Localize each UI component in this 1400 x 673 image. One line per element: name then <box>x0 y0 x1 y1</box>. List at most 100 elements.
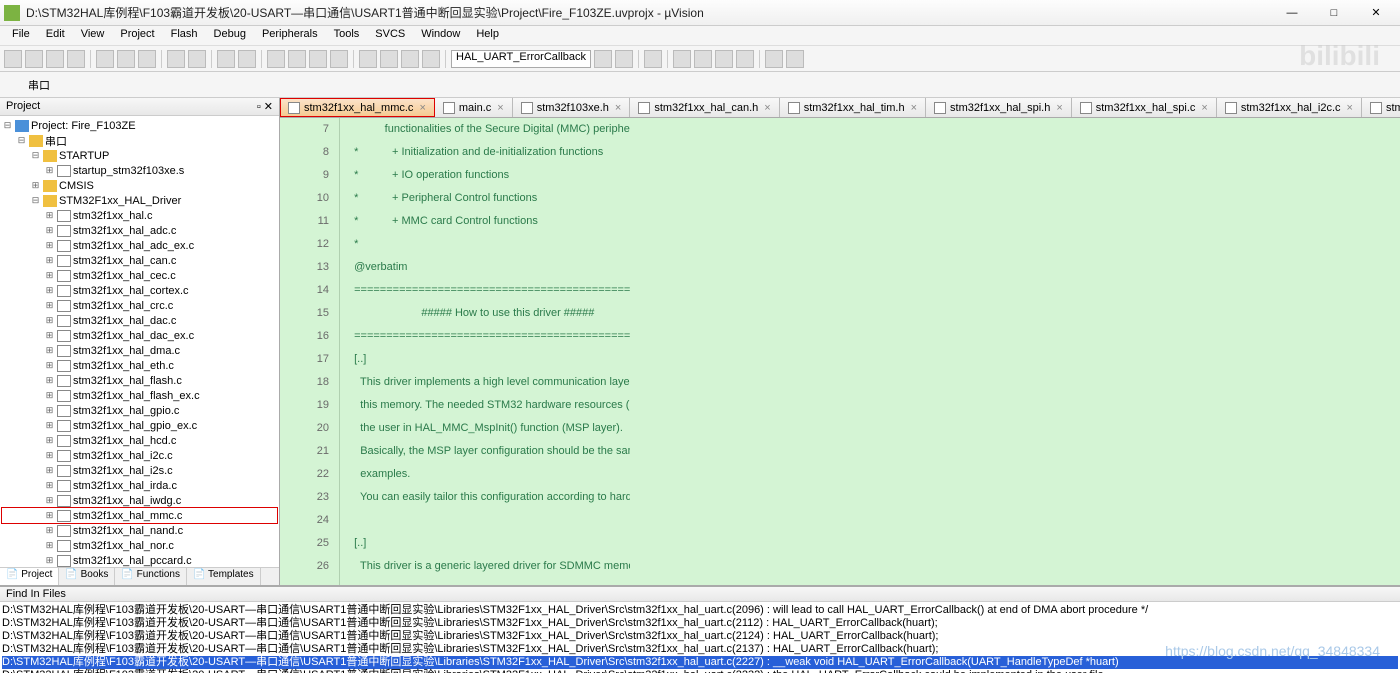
bookmark-next-button[interactable] <box>309 50 327 68</box>
expand-icon[interactable]: ⊞ <box>44 225 55 236</box>
expand-icon[interactable]: ⊟ <box>30 150 41 161</box>
redo-button[interactable] <box>188 50 206 68</box>
menu-flash[interactable]: Flash <box>163 26 206 45</box>
debug-button[interactable] <box>644 50 662 68</box>
close-tab-icon[interactable]: × <box>911 102 917 114</box>
code-line[interactable] <box>348 509 630 532</box>
panel-tab-templates[interactable]: 📄 Templates <box>187 568 261 585</box>
panel-tab-functions[interactable]: 📄 Functions <box>115 568 187 585</box>
code-editor[interactable]: 7891011121314151617181920212223242526 fu… <box>280 118 1400 585</box>
file-tab[interactable]: stm32f1xx_hal_i2c.c× <box>1217 98 1362 117</box>
file-tab[interactable]: stm32f1xx_hal_spi.c× <box>1072 98 1217 117</box>
nav-back-button[interactable] <box>217 50 235 68</box>
expand-icon[interactable]: ⊞ <box>44 330 55 341</box>
tree-item[interactable]: ⊞stm32f1xx_hal_dma.c <box>2 343 277 358</box>
breakpoint-kill-button[interactable] <box>736 50 754 68</box>
close-tab-icon[interactable]: × <box>764 102 770 114</box>
close-tab-icon[interactable]: × <box>497 102 503 114</box>
uncomment-button[interactable] <box>422 50 440 68</box>
indent-button[interactable] <box>359 50 377 68</box>
expand-icon[interactable]: ⊞ <box>44 240 55 251</box>
expand-icon[interactable]: ⊞ <box>44 390 55 401</box>
code-line[interactable]: This driver is a generic layered driver … <box>348 555 630 578</box>
code-line[interactable]: * + MMC card Control functions <box>348 210 630 233</box>
open-button[interactable] <box>25 50 43 68</box>
project-window-button[interactable] <box>765 50 783 68</box>
comment-button[interactable] <box>401 50 419 68</box>
code-line[interactable]: ========================================… <box>348 325 630 348</box>
expand-icon[interactable]: ⊞ <box>44 315 55 326</box>
expand-icon[interactable]: ⊞ <box>30 180 41 191</box>
menu-help[interactable]: Help <box>468 26 507 45</box>
tree-item[interactable]: ⊞stm32f1xx_hal_pccard.c <box>2 553 277 567</box>
panel-tab-books[interactable]: 📄 Books <box>59 568 115 585</box>
tree-item[interactable]: ⊞stm32f1xx_hal_adc_ex.c <box>2 238 277 253</box>
tree-item[interactable]: ⊞stm32f1xx_hal_gpio.c <box>2 403 277 418</box>
expand-icon[interactable]: ⊟ <box>30 195 41 206</box>
output-line[interactable]: D:\STM32HAL库例程\F103霸道开发板\20-USART—串口通信\U… <box>2 630 1398 643</box>
tree-item[interactable]: ⊞stm32f1xx_hal_nand.c <box>2 523 277 538</box>
menu-svcs[interactable]: SVCS <box>367 26 413 45</box>
code-line[interactable]: [..] <box>348 348 630 371</box>
expand-icon[interactable]: ⊞ <box>44 450 55 461</box>
expand-icon[interactable]: ⊞ <box>44 345 55 356</box>
output-line[interactable]: D:\STM32HAL库例程\F103霸道开发板\20-USART—串口通信\U… <box>2 643 1398 656</box>
code-line[interactable]: Basically, the MSP layer configuration s… <box>348 440 630 463</box>
tree-item[interactable]: ⊞stm32f1xx_hal_dac.c <box>2 313 277 328</box>
expand-icon[interactable]: ⊟ <box>2 120 13 131</box>
tree-item[interactable]: ⊞stm32f1xx_hal_i2s.c <box>2 463 277 478</box>
tree-item[interactable]: ⊞stm32f1xx_hal_mmc.c <box>2 508 277 523</box>
tree-item[interactable]: ⊞stm32f1xx_hal_hcd.c <box>2 433 277 448</box>
code-line[interactable]: * + Peripheral Control functions <box>348 187 630 210</box>
expand-icon[interactable]: ⊞ <box>44 285 55 296</box>
code-line[interactable]: You can easily tailor this configuration… <box>348 486 630 509</box>
file-tab[interactable]: stm32f1xx_hal_spi.h× <box>926 98 1072 117</box>
file-tab[interactable]: main.c× <box>435 98 513 117</box>
menu-peripherals[interactable]: Peripherals <box>254 26 326 45</box>
close-tab-icon[interactable]: × <box>1347 102 1353 114</box>
maximize-button[interactable]: □ <box>1314 3 1354 23</box>
output-body[interactable]: D:\STM32HAL库例程\F103霸道开发板\20-USART—串口通信\U… <box>0 602 1400 673</box>
menu-edit[interactable]: Edit <box>38 26 73 45</box>
tree-item[interactable]: ⊞stm32f1xx_hal_crc.c <box>2 298 277 313</box>
new-button[interactable] <box>4 50 22 68</box>
breakpoint-button[interactable] <box>673 50 691 68</box>
menu-view[interactable]: View <box>73 26 113 45</box>
tree-item[interactable]: ⊟STARTUP <box>2 148 277 163</box>
expand-icon[interactable]: ⊞ <box>44 420 55 431</box>
menu-debug[interactable]: Debug <box>206 26 254 45</box>
code-line[interactable]: * <box>348 233 630 256</box>
output-line[interactable]: D:\STM32HAL库例程\F103霸道开发板\20-USART—串口通信\U… <box>2 669 1398 673</box>
code-line[interactable]: this memory. The needed STM32 hardware r… <box>348 394 630 417</box>
expand-icon[interactable]: ⊞ <box>44 555 55 566</box>
bookmark-button[interactable] <box>267 50 285 68</box>
tree-item[interactable]: ⊞stm32f1xx_hal_cec.c <box>2 268 277 283</box>
expand-icon[interactable]: ⊞ <box>44 270 55 281</box>
menu-window[interactable]: Window <box>413 26 468 45</box>
target-combo[interactable]: 串口 <box>28 77 50 93</box>
project-tree[interactable]: ⊟Project: Fire_F103ZE⊟串口⊟STARTUP⊞startup… <box>0 116 279 567</box>
file-tab[interactable]: stm32f103xe.h× <box>513 98 631 117</box>
tree-item[interactable]: ⊞stm32f1xx_hal_adc.c <box>2 223 277 238</box>
tree-item[interactable]: ⊞stm32f1xx_hal_gpio_ex.c <box>2 418 277 433</box>
file-tab[interactable]: stm32f1xx_hal_mmc.c× <box>280 98 435 117</box>
code-line[interactable]: This driver implements a high level comm… <box>348 371 630 394</box>
tree-item[interactable]: ⊞stm32f1xx_hal_dac_ex.c <box>2 328 277 343</box>
expand-icon[interactable]: ⊞ <box>44 405 55 416</box>
tree-item[interactable]: ⊞startup_stm32f103xe.s <box>2 163 277 178</box>
copy-button[interactable] <box>117 50 135 68</box>
close-tab-icon[interactable]: × <box>615 102 621 114</box>
code-line[interactable]: @verbatim <box>348 256 630 279</box>
tree-item[interactable]: ⊟串口 <box>2 133 277 148</box>
tree-item[interactable]: ⊞stm32f1xx_hal_irda.c <box>2 478 277 493</box>
menu-tools[interactable]: Tools <box>326 26 368 45</box>
expand-icon[interactable]: ⊞ <box>44 165 55 176</box>
tree-item[interactable]: ⊞stm32f1xx_hal_flash.c <box>2 373 277 388</box>
expand-icon[interactable]: ⊞ <box>44 300 55 311</box>
find-combo[interactable]: HAL_UART_ErrorCallback <box>451 50 591 68</box>
expand-icon[interactable]: ⊞ <box>44 435 55 446</box>
file-tab[interactable]: stm32f1xx_hal_tim.h× <box>780 98 926 117</box>
save-button[interactable] <box>46 50 64 68</box>
code-line[interactable]: ========================================… <box>348 279 630 302</box>
tree-item[interactable]: ⊞stm32f1xx_hal_nor.c <box>2 538 277 553</box>
